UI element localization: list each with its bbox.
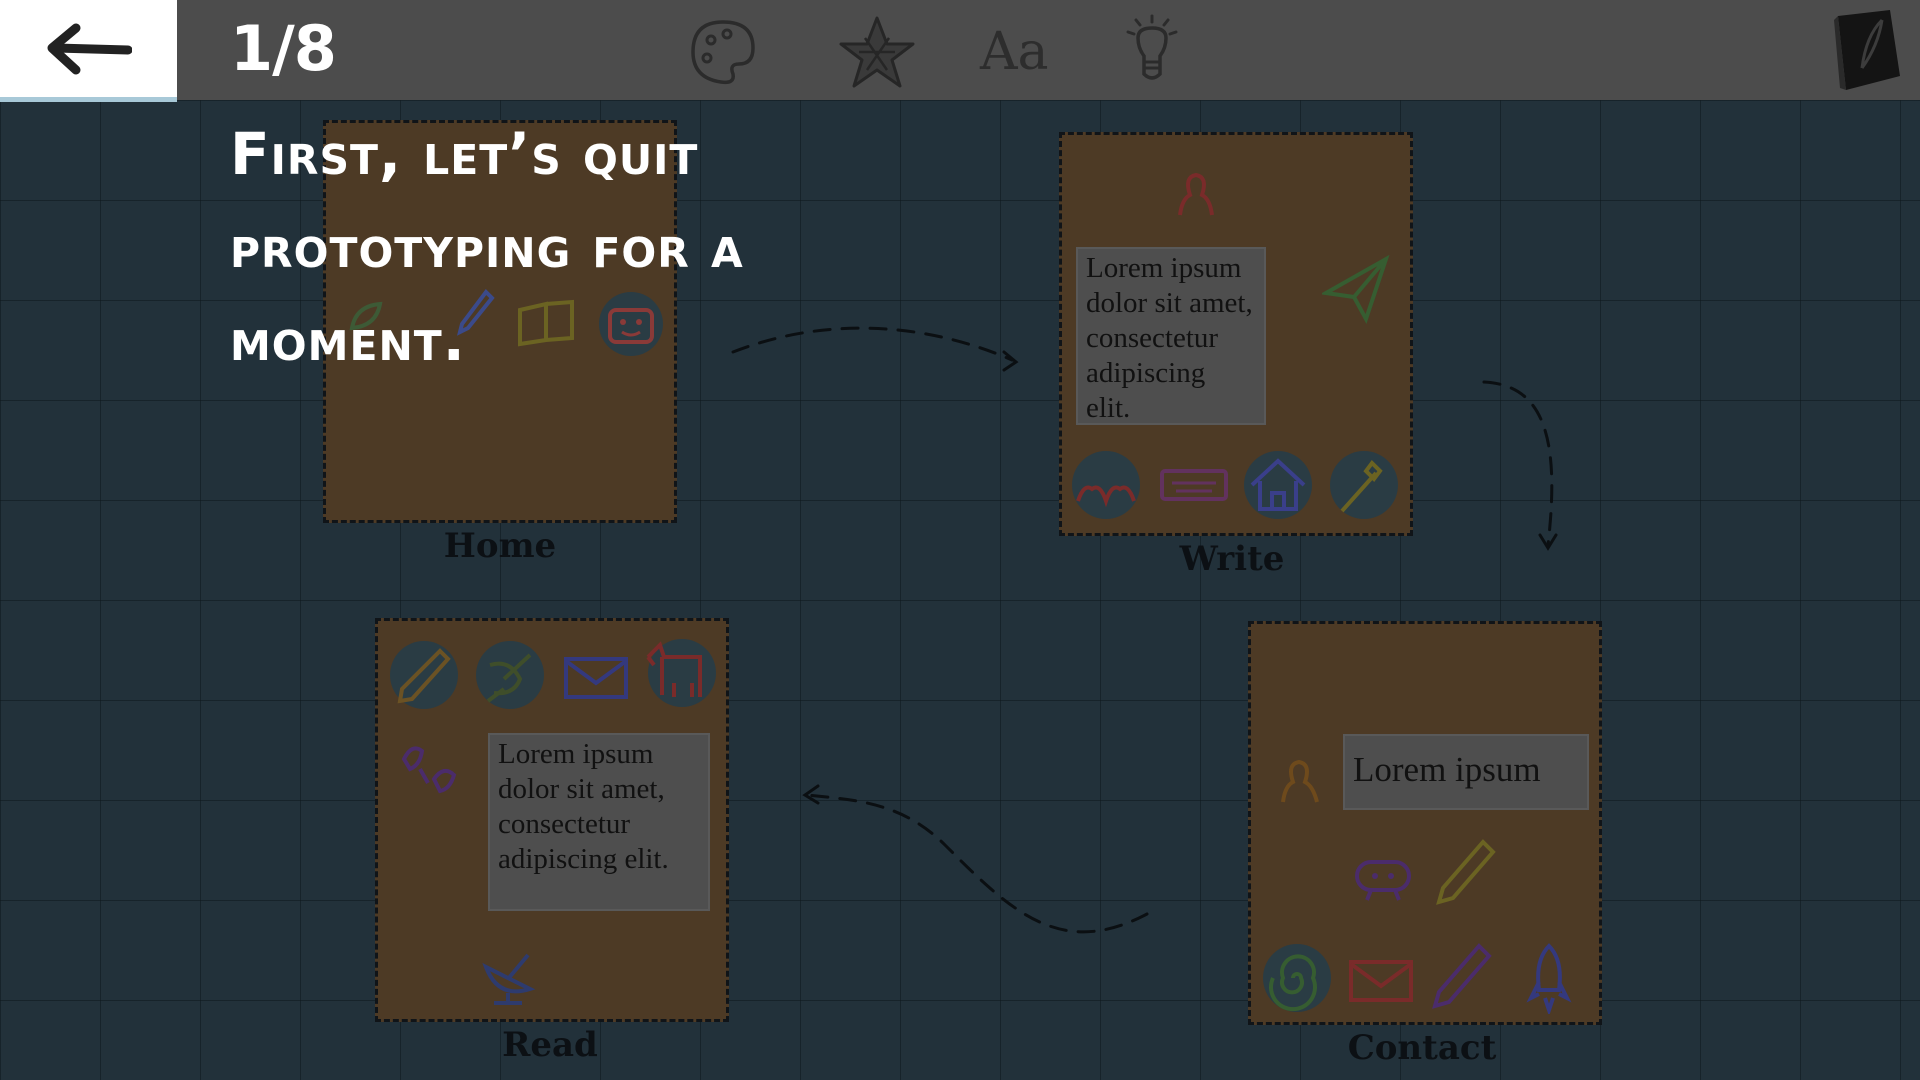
connector-write-to-contact bbox=[1482, 380, 1554, 547]
top-toolbar: 1/8 Aa bbox=[0, 0, 1920, 102]
paper-plane-icon bbox=[1322, 254, 1390, 324]
arrowhead-write bbox=[1002, 350, 1019, 372]
rocket-icon bbox=[1526, 943, 1572, 1014]
chat-icon bbox=[1355, 860, 1411, 901]
arrow-left-icon bbox=[47, 23, 132, 75]
lorem-text-box: Lorem ipsum bbox=[1343, 734, 1589, 810]
frame-label-contact: Contact bbox=[1347, 1028, 1497, 1068]
notebook-button[interactable] bbox=[1820, 6, 1906, 94]
frame-label-home: Home bbox=[443, 526, 557, 566]
lorem-text-box: Lorem ipsum dolor sit amet, consectetur … bbox=[488, 733, 710, 911]
connector-contact-to-read bbox=[806, 793, 1149, 934]
lightbulb-icon bbox=[1126, 14, 1178, 80]
font-button[interactable]: Aa bbox=[980, 26, 1049, 78]
person-icon bbox=[1178, 172, 1214, 216]
keyboard-icon bbox=[1160, 469, 1228, 501]
satellite-dish-icon bbox=[482, 953, 536, 1005]
lorem-text-box: Lorem ipsum dolor sit amet, consectetur … bbox=[1076, 247, 1266, 425]
envelope-icon bbox=[564, 657, 628, 699]
back-button[interactable] bbox=[0, 0, 177, 102]
notebook-icon bbox=[1834, 10, 1900, 90]
pencil-icon bbox=[390, 641, 458, 709]
satellite-icon bbox=[476, 641, 544, 709]
tutorial-message: First, let’s quit prototyping for a mome… bbox=[230, 120, 744, 374]
home-icon bbox=[1244, 451, 1312, 519]
frame-contact[interactable]: Lorem ipsum bbox=[1248, 621, 1602, 1025]
palette-button[interactable] bbox=[683, 12, 763, 92]
step-counter: 1/8 bbox=[230, 12, 337, 85]
frame-label-write: Write bbox=[1179, 539, 1285, 579]
rockets-icon bbox=[401, 746, 457, 794]
frame-read[interactable]: Lorem ipsum dolor sit amet, consectetur … bbox=[375, 618, 729, 1022]
group-icon bbox=[1072, 451, 1140, 519]
magic-wand-icon bbox=[1330, 451, 1398, 519]
star-icon bbox=[839, 16, 915, 88]
frame-label-read: Read bbox=[502, 1025, 598, 1065]
envelope-icon bbox=[1349, 960, 1413, 1002]
frame-write[interactable]: Lorem ipsum dolor sit amet, consectetur … bbox=[1059, 132, 1413, 536]
lightbulb-button[interactable] bbox=[1112, 12, 1192, 92]
spiral-icon bbox=[1263, 944, 1331, 1012]
pencil-icon bbox=[1432, 943, 1492, 1009]
star-button[interactable] bbox=[837, 12, 917, 92]
person-icon bbox=[1281, 759, 1319, 803]
pencil-icon bbox=[1436, 839, 1496, 905]
prototype-canvas[interactable]: Home Lorem ipsum dolor sit amet, consect… bbox=[0, 0, 1920, 1080]
dog-icon bbox=[646, 639, 716, 707]
palette-icon bbox=[691, 20, 755, 85]
